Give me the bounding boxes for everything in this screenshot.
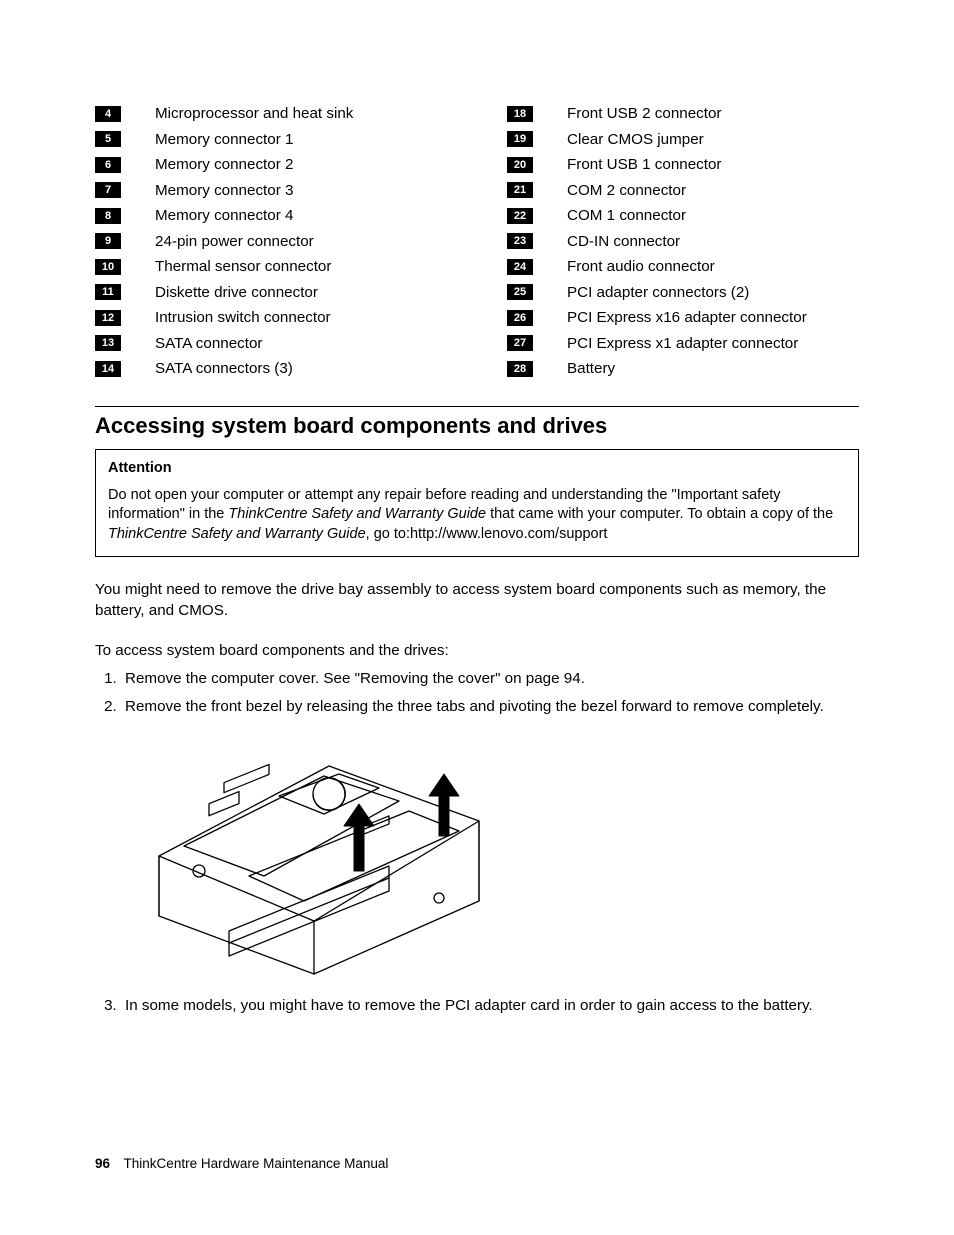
- step-item: Remove the front bezel by releasing the …: [121, 695, 859, 719]
- callout-badge: 27: [507, 335, 533, 351]
- attention-text-post: , go to:http://www.lenovo.com/support: [366, 526, 608, 542]
- step-item: In some models, you might have to remove…: [121, 994, 859, 1018]
- part-row: 18 Front USB 2 connector: [507, 105, 859, 122]
- part-label: CD-IN connector: [567, 233, 680, 250]
- callout-badge: 18: [507, 106, 533, 122]
- part-row: 24 Front audio connector: [507, 258, 859, 275]
- callout-badge: 22: [507, 208, 533, 224]
- part-row: 27 PCI Express x1 adapter connector: [507, 335, 859, 352]
- part-label: SATA connectors (3): [155, 360, 293, 377]
- callout-badge: 20: [507, 157, 533, 173]
- callout-badge: 7: [95, 182, 121, 198]
- part-label: Memory connector 4: [155, 207, 293, 224]
- part-row: 21 COM 2 connector: [507, 182, 859, 199]
- part-label: Memory connector 2: [155, 156, 293, 173]
- part-label: Thermal sensor connector: [155, 258, 331, 275]
- callout-badge: 8: [95, 208, 121, 224]
- part-label: PCI Express x16 adapter connector: [567, 309, 807, 326]
- part-row: 14 SATA connectors (3): [95, 360, 447, 377]
- footer-doc-title: ThinkCentre Hardware Maintenance Manual: [124, 1156, 389, 1171]
- part-label: Battery: [567, 360, 615, 377]
- callout-badge: 10: [95, 259, 121, 275]
- part-label: Front USB 1 connector: [567, 156, 721, 173]
- paragraph: To access system board components and th…: [95, 640, 859, 661]
- part-row: 23 CD-IN connector: [507, 233, 859, 250]
- section-divider: [95, 406, 859, 407]
- parts-column-right: 18 Front USB 2 connector 19 Clear CMOS jum…: [507, 105, 859, 386]
- callout-badge: 5: [95, 131, 121, 147]
- callout-badge: 26: [507, 310, 533, 326]
- part-row: 7 Memory connector 3: [95, 182, 447, 199]
- part-label: Memory connector 3: [155, 182, 293, 199]
- parts-list-columns: 4 Microprocessor and heat sink 5 Memory co…: [95, 105, 859, 386]
- part-label: Clear CMOS jumper: [567, 131, 704, 148]
- steps-list: Remove the computer cover. See "Removing…: [95, 667, 859, 718]
- part-row: 9 24-pin power connector: [95, 233, 447, 250]
- part-row: 4 Microprocessor and heat sink: [95, 105, 447, 122]
- part-row: 19 Clear CMOS jumper: [507, 131, 859, 148]
- part-row: 5 Memory connector 1: [95, 131, 447, 148]
- part-label: 24-pin power connector: [155, 233, 314, 250]
- callout-badge: 21: [507, 182, 533, 198]
- callout-badge: 13: [95, 335, 121, 351]
- part-label: COM 1 connector: [567, 207, 686, 224]
- part-row: 11 Diskette drive connector: [95, 284, 447, 301]
- part-label: PCI adapter connectors (2): [567, 284, 749, 301]
- part-row: 25 PCI adapter connectors (2): [507, 284, 859, 301]
- parts-column-left: 4 Microprocessor and heat sink 5 Memory co…: [95, 105, 447, 386]
- part-label: PCI Express x1 adapter connector: [567, 335, 798, 352]
- part-label: Intrusion switch connector: [155, 309, 331, 326]
- part-row: 26 PCI Express x16 adapter connector: [507, 309, 859, 326]
- attention-guide-italic: ThinkCentre Safety and Warranty Guide: [108, 526, 366, 542]
- part-row: 13 SATA connector: [95, 335, 447, 352]
- part-label: Microprocessor and heat sink: [155, 105, 353, 122]
- part-row: 8 Memory connector 4: [95, 207, 447, 224]
- callout-badge: 25: [507, 284, 533, 300]
- part-label: Front USB 2 connector: [567, 105, 721, 122]
- part-label: SATA connector: [155, 335, 263, 352]
- page-number: 96: [95, 1156, 110, 1171]
- paragraph: You might need to remove the drive bay a…: [95, 579, 859, 622]
- callout-badge: 9: [95, 233, 121, 249]
- part-label: COM 2 connector: [567, 182, 686, 199]
- callout-badge: 11: [95, 284, 121, 300]
- document-page: 4 Microprocessor and heat sink 5 Memory co…: [0, 0, 954, 1235]
- callout-badge: 28: [507, 361, 533, 377]
- part-row: 22 COM 1 connector: [507, 207, 859, 224]
- step-item: Remove the computer cover. See "Removing…: [121, 667, 859, 691]
- part-row: 6 Memory connector 2: [95, 156, 447, 173]
- steps-list-cont: In some models, you might have to remove…: [95, 994, 859, 1018]
- attention-box: Attention Do not open your computer or a…: [95, 449, 859, 558]
- callout-badge: 4: [95, 106, 121, 122]
- callout-badge: 14: [95, 361, 121, 377]
- callout-badge: 12: [95, 310, 121, 326]
- callout-badge: 24: [507, 259, 533, 275]
- callout-badge: 19: [507, 131, 533, 147]
- part-row: 28 Battery: [507, 360, 859, 377]
- part-row: 12 Intrusion switch connector: [95, 309, 447, 326]
- callout-badge: 6: [95, 157, 121, 173]
- chassis-illustration-icon: [129, 726, 499, 976]
- attention-text-mid: that came with your computer. To obtain …: [486, 506, 833, 522]
- part-label: Memory connector 1: [155, 131, 293, 148]
- page-footer: 96 ThinkCentre Hardware Maintenance Manu…: [95, 1156, 388, 1171]
- part-label: Front audio connector: [567, 258, 715, 275]
- callout-badge: 23: [507, 233, 533, 249]
- part-row: 10 Thermal sensor connector: [95, 258, 447, 275]
- section-heading: Accessing system board components and dr…: [95, 413, 859, 439]
- attention-body: Do not open your computer or attempt any…: [108, 486, 846, 545]
- part-row: 20 Front USB 1 connector: [507, 156, 859, 173]
- attention-guide-italic: ThinkCentre Safety and Warranty Guide: [228, 506, 486, 522]
- part-label: Diskette drive connector: [155, 284, 318, 301]
- attention-title: Attention: [108, 460, 846, 476]
- figure-computer-chassis: [129, 726, 859, 980]
